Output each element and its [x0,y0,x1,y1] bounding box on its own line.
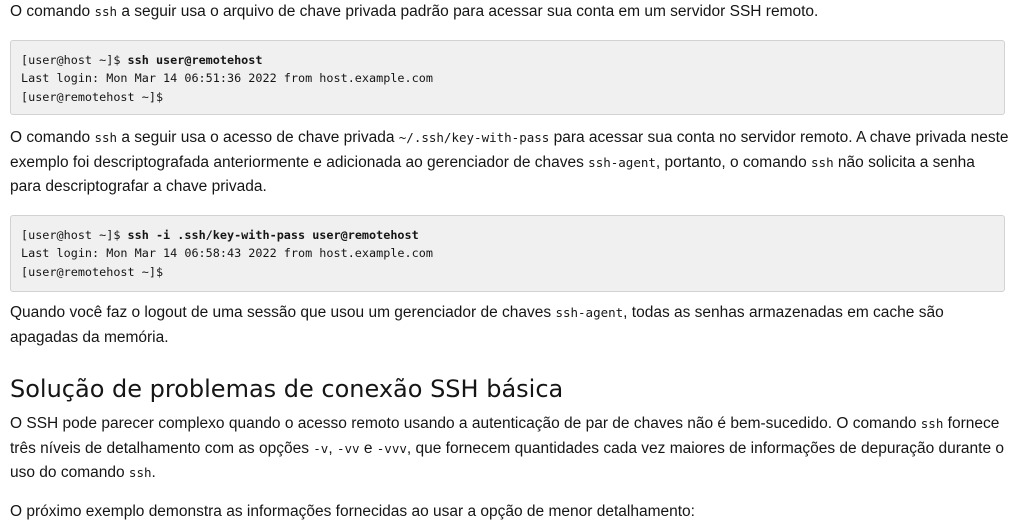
inline-code: -v [313,440,329,456]
prompt: [user@host ~]$ [21,53,128,67]
text: . [151,464,156,481]
command: ssh user@remotehost [127,53,263,67]
text: a seguir usa o acesso de chave privada [117,129,399,146]
prompt: [user@host ~]$ [21,228,128,242]
inline-code: -vv [336,440,360,456]
paragraph-example-intro: O próximo exemplo demonstra as informaçõ… [10,503,695,520]
paragraph-troubleshooting: O SSH pode parecer complexo quando o ace… [10,412,1010,486]
inline-code: ssh-agent [555,305,624,320]
output-line: Last login: Mon Mar 14 06:51:36 2022 fro… [21,71,433,86]
paragraph-default-key-intro: O comando ssh a seguir usa o arquivo de … [10,0,1010,25]
inline-code: ssh-agent [588,154,656,170]
text: O comando [10,129,95,146]
output-line: Last login: Mon Mar 14 06:58:43 2022 fro… [21,246,433,261]
inline-code: ssh [94,4,118,19]
text: e [359,439,377,457]
inline-code: ssh [128,465,152,480]
text: , [328,439,337,457]
text: O comando [10,3,95,20]
text: O SSH pode parecer complexo quando o ace… [10,415,921,432]
inline-code: ssh [94,130,118,145]
text: , portanto, o comando [655,153,812,171]
command: ssh -i .ssh/key-with-pass user@remotehos… [127,228,419,242]
paragraph-key-with-pass: O comando ssh a seguir usa o acesso de c… [10,126,1010,200]
inline-code: ssh [920,416,944,431]
inline-code: -vvv [376,440,407,456]
inline-code: ~/.ssh/key-with-pass [398,130,550,145]
output-line: [user@remotehost ~]$ [21,264,164,279]
code-block-default-key[interactable]: [user@host ~]$ ssh user@remotehost Last … [10,40,1005,115]
text: a seguir usa o arquivo de chave privada … [117,3,819,20]
text: Quando você faz o logout de uma sessão q… [10,304,556,321]
output-line: [user@remotehost ~]$ [21,89,164,104]
inline-code: ssh [811,154,834,170]
paragraph-logout-note: Quando você faz o logout de uma sessão q… [10,301,1010,350]
code-block-key-with-pass[interactable]: [user@host ~]$ ssh -i .ssh/key-with-pass… [10,215,1005,292]
section-heading: Solução de problemas de conexão SSH bási… [10,375,564,403]
